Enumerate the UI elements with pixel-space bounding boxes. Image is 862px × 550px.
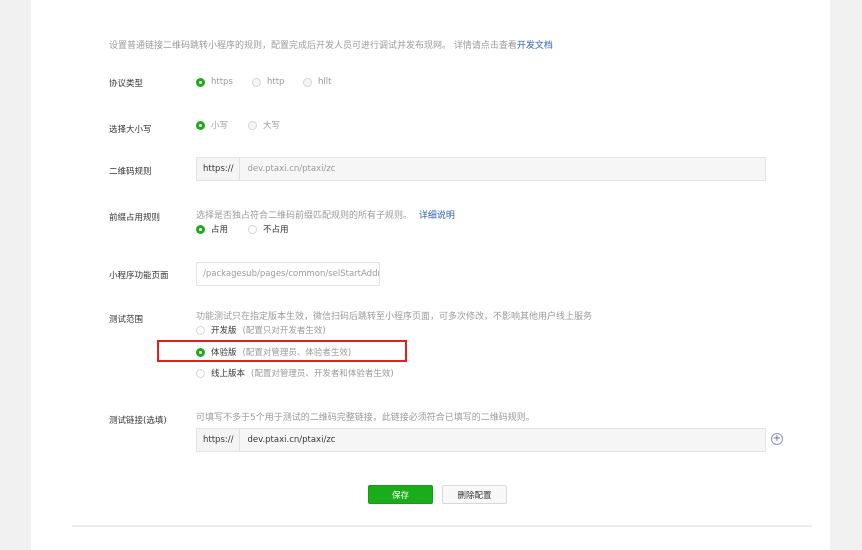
test-link-prefix: https:// — [197, 429, 241, 451]
case-option-lower[interactable]: 小写 — [196, 119, 228, 131]
page-label: 小程序功能页面 — [109, 271, 169, 281]
option-label: 大写 — [263, 121, 281, 131]
option-note: (配置只对开发者生效) — [242, 326, 326, 336]
highlight-box — [157, 340, 407, 362]
page-path-field[interactable]: /packagesub/pages/common/selStartAddr — [196, 262, 380, 286]
plus-circle-icon[interactable]: + — [771, 433, 783, 445]
radio-unchecked-icon — [248, 224, 257, 234]
prefix-rule-desc-text: 选择是否独占符合二维码前缀匹配规则的所有子规则。 — [196, 211, 413, 221]
option-label: 小写 — [211, 121, 229, 131]
radio-checked-icon — [196, 120, 205, 130]
prefix-rule-desc: 选择是否独占符合二维码前缀匹配规则的所有子规则。 详细说明 — [196, 208, 455, 221]
qr-rule-value: dev.ptaxi.cn/ptaxi/zc — [247, 164, 336, 174]
qr-rule-field[interactable]: https:// dev.ptaxi.cn/ptaxi/zc — [196, 157, 766, 181]
option-label: https — [211, 77, 233, 87]
radio-unchecked-icon — [252, 77, 261, 87]
intro-description: 设置普通链接二维码跳转小程序的规则，配置完成后开发人员可进行调试并发布现网。 详… — [109, 41, 517, 51]
radio-unchecked-icon — [303, 77, 312, 87]
delete-config-button[interactable]: 删除配置 — [442, 485, 507, 504]
page-path-value: /packagesub/pages/common/selStartAddr — [203, 269, 379, 279]
prefix-option-not-occupy[interactable]: 不占用 — [248, 223, 289, 235]
protocol-label: 协议类型 — [109, 79, 144, 89]
intro-text: 设置普通链接二维码跳转小程序的规则，配置完成后开发人员可进行调试并发布现网。 详… — [109, 38, 553, 51]
radio-unchecked-icon — [196, 325, 205, 335]
test-scope-label: 测试范围 — [109, 315, 144, 325]
save-button[interactable]: 保存 — [368, 485, 433, 504]
bottom-divider — [72, 525, 812, 527]
qr-rule-prefix: https:// — [197, 158, 241, 180]
test-link-label: 测试链接(选填) — [109, 416, 167, 426]
protocol-option-https[interactable]: https — [196, 77, 233, 87]
option-label: 不占用 — [263, 225, 289, 235]
radio-checked-icon — [196, 224, 205, 234]
case-label: 选择大小写 — [109, 125, 152, 135]
scope-option-online[interactable]: 线上版本 (配置对管理员、开发者和体验者生效) — [196, 367, 394, 379]
protocol-option-hllt[interactable]: hllt — [303, 77, 331, 87]
test-link-value: dev.ptaxi.cn/ptaxi/zc — [247, 435, 336, 445]
dev-docs-link[interactable]: 开发文档 — [517, 41, 553, 51]
qr-rule-label: 二维码规则 — [109, 167, 152, 177]
prefix-rule-label: 前缀占用规则 — [109, 213, 161, 223]
radio-unchecked-icon — [248, 120, 257, 130]
option-label: 开发版 — [211, 326, 237, 336]
scope-option-dev[interactable]: 开发版 (配置只对开发者生效) — [196, 324, 326, 336]
radio-unchecked-icon — [196, 368, 205, 378]
case-option-upper[interactable]: 大写 — [248, 119, 280, 131]
radio-checked-icon — [196, 77, 205, 87]
option-label: 占用 — [211, 225, 229, 235]
details-link[interactable]: 详细说明 — [419, 211, 455, 221]
test-link-desc: 可填写不多于5个用于测试的二维码完整链接，此链接必须符合已填写的二维码规则。 — [196, 413, 535, 423]
test-scope-desc: 功能测试只在指定版本生效，微信扫码后跳转至小程序页面，可多次修改，不影响其他用户… — [196, 312, 593, 322]
option-note: (配置对管理员、开发者和体验者生效) — [251, 369, 394, 379]
test-link-field[interactable]: https:// dev.ptaxi.cn/ptaxi/zc — [196, 428, 766, 452]
protocol-option-http[interactable]: http — [252, 77, 284, 87]
option-label: http — [267, 77, 285, 87]
option-label: hllt — [318, 77, 332, 87]
prefix-option-occupy[interactable]: 占用 — [196, 223, 228, 235]
option-label: 线上版本 — [211, 369, 246, 379]
